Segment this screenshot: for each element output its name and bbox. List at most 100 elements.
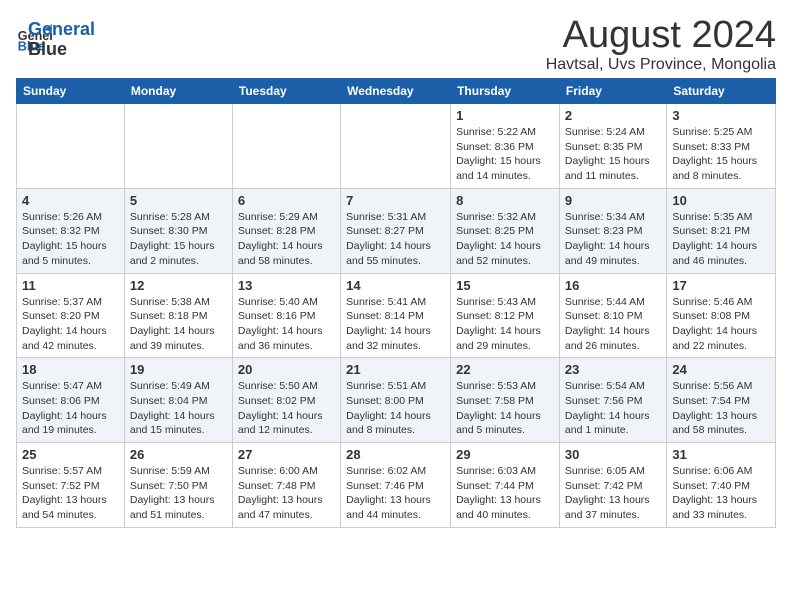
calendar-cell: 22 Sunrise: 5:53 AMSunset: 7:58 PMDayligh… [451,358,560,443]
calendar-cell [232,104,340,189]
calendar-week-row: 11 Sunrise: 5:37 AMSunset: 8:20 PMDayligh… [17,273,776,358]
day-info: Sunrise: 6:00 AMSunset: 7:48 PMDaylight:… [238,464,335,523]
day-number: 4 [22,193,119,208]
day-info: Sunrise: 5:35 AMSunset: 8:21 PMDaylight:… [672,210,770,269]
day-info: Sunrise: 5:46 AMSunset: 8:08 PMDaylight:… [672,295,770,354]
day-number: 9 [565,193,661,208]
day-info: Sunrise: 5:53 AMSunset: 7:58 PMDaylight:… [456,379,554,438]
day-number: 7 [346,193,445,208]
day-info: Sunrise: 5:43 AMSunset: 8:12 PMDaylight:… [456,295,554,354]
day-info: Sunrise: 5:34 AMSunset: 8:23 PMDaylight:… [565,210,661,269]
day-number: 2 [565,108,661,123]
day-number: 3 [672,108,770,123]
day-number: 30 [565,447,661,462]
col-header-tuesday: Tuesday [232,79,340,104]
calendar-cell: 31Sunrise: 6:06 AMSunset: 7:40 PMDayligh… [667,443,776,528]
calendar-cell: 2Sunrise: 5:24 AMSunset: 8:35 PMDaylight… [559,104,666,189]
day-number: 29 [456,447,554,462]
logo-text-blue: Blue [28,40,95,60]
calendar-cell: 24 Sunrise: 5:56 AMSunset: 7:54 PMDayligh… [667,358,776,443]
calendar-cell: 13 Sunrise: 5:40 AMSunset: 8:16 PMDayligh… [232,273,340,358]
day-number: 6 [238,193,335,208]
month-title: August 2024 [546,16,776,54]
calendar-week-row: 1 Sunrise: 5:22 AMSunset: 8:36 PMDaylight… [17,104,776,189]
calendar-cell: 1 Sunrise: 5:22 AMSunset: 8:36 PMDaylight… [451,104,560,189]
day-number: 8 [456,193,554,208]
calendar-cell: 8 Sunrise: 5:32 AMSunset: 8:25 PMDaylight… [451,188,560,273]
col-header-thursday: Thursday [451,79,560,104]
calendar-cell: 23 Sunrise: 5:54 AMSunset: 7:56 PMDayligh… [559,358,666,443]
calendar-cell: 17Sunrise: 5:46 AMSunset: 8:08 PMDayligh… [667,273,776,358]
day-number: 18 [22,362,119,377]
day-info: Sunrise: 6:02 AMSunset: 7:46 PMDaylight:… [346,464,445,523]
day-number: 1 [456,108,554,123]
col-header-monday: Monday [124,79,232,104]
day-number: 15 [456,278,554,293]
col-header-saturday: Saturday [667,79,776,104]
day-number: 19 [130,362,227,377]
calendar-cell: 30 Sunrise: 6:05 AMSunset: 7:42 PMDayligh… [559,443,666,528]
calendar-cell: 7 Sunrise: 5:31 AMSunset: 8:27 PMDaylight… [341,188,451,273]
day-info: Sunrise: 5:56 AMSunset: 7:54 PMDaylight:… [672,379,770,438]
calendar-cell: 3Sunrise: 5:25 AMSunset: 8:33 PMDaylight… [667,104,776,189]
day-info: Sunrise: 5:41 AMSunset: 8:14 PMDaylight:… [346,295,445,354]
day-info: Sunrise: 5:50 AMSunset: 8:02 PMDaylight:… [238,379,335,438]
day-info: Sunrise: 5:22 AMSunset: 8:36 PMDaylight:… [456,125,554,184]
day-number: 20 [238,362,335,377]
day-number: 5 [130,193,227,208]
day-info: Sunrise: 5:31 AMSunset: 8:27 PMDaylight:… [346,210,445,269]
calendar-cell: 15 Sunrise: 5:43 AMSunset: 8:12 PMDayligh… [451,273,560,358]
day-info: Sunrise: 5:57 AMSunset: 7:52 PMDaylight:… [22,464,119,523]
calendar-cell [124,104,232,189]
title-block: August 2024 Havtsal, Uvs Province, Mongo… [546,16,776,74]
day-info: Sunrise: 5:29 AMSunset: 8:28 PMDaylight:… [238,210,335,269]
col-header-wednesday: Wednesday [341,79,451,104]
calendar-cell: 26Sunrise: 5:59 AMSunset: 7:50 PMDayligh… [124,443,232,528]
day-number: 28 [346,447,445,462]
calendar-week-row: 18 Sunrise: 5:47 AMSunset: 8:06 PMDayligh… [17,358,776,443]
calendar-cell: 19 Sunrise: 5:49 AMSunset: 8:04 PMDayligh… [124,358,232,443]
day-info: Sunrise: 6:05 AMSunset: 7:42 PMDaylight:… [565,464,661,523]
calendar-header-row: SundayMondayTuesdayWednesdayThursdayFrid… [17,79,776,104]
calendar-week-row: 25Sunrise: 5:57 AMSunset: 7:52 PMDayligh… [17,443,776,528]
day-number: 13 [238,278,335,293]
day-number: 11 [22,278,119,293]
day-number: 24 [672,362,770,377]
calendar-cell: 9 Sunrise: 5:34 AMSunset: 8:23 PMDaylight… [559,188,666,273]
day-info: Sunrise: 5:26 AMSunset: 8:32 PMDaylight:… [22,210,119,269]
logo-text-general: General [28,20,95,40]
day-info: Sunrise: 5:37 AMSunset: 8:20 PMDaylight:… [22,295,119,354]
logo: General Blue General Blue [16,16,95,60]
day-number: 14 [346,278,445,293]
day-info: Sunrise: 5:38 AMSunset: 8:18 PMDaylight:… [130,295,227,354]
calendar-table: SundayMondayTuesdayWednesdayThursdayFrid… [16,78,776,528]
calendar-cell: 4 Sunrise: 5:26 AMSunset: 8:32 PMDaylight… [17,188,125,273]
day-number: 22 [456,362,554,377]
day-info: Sunrise: 5:28 AMSunset: 8:30 PMDaylight:… [130,210,227,269]
day-info: Sunrise: 6:06 AMSunset: 7:40 PMDaylight:… [672,464,770,523]
calendar-cell [17,104,125,189]
day-info: Sunrise: 5:32 AMSunset: 8:25 PMDaylight:… [456,210,554,269]
day-number: 26 [130,447,227,462]
location-subtitle: Havtsal, Uvs Province, Mongolia [546,56,776,74]
calendar-cell: 20 Sunrise: 5:50 AMSunset: 8:02 PMDayligh… [232,358,340,443]
calendar-cell: 25Sunrise: 5:57 AMSunset: 7:52 PMDayligh… [17,443,125,528]
calendar-cell: 10Sunrise: 5:35 AMSunset: 8:21 PMDayligh… [667,188,776,273]
day-number: 27 [238,447,335,462]
calendar-cell [341,104,451,189]
calendar-cell: 11 Sunrise: 5:37 AMSunset: 8:20 PMDayligh… [17,273,125,358]
day-info: Sunrise: 5:54 AMSunset: 7:56 PMDaylight:… [565,379,661,438]
col-header-sunday: Sunday [17,79,125,104]
calendar-cell: 27 Sunrise: 6:00 AMSunset: 7:48 PMDayligh… [232,443,340,528]
day-number: 23 [565,362,661,377]
day-info: Sunrise: 6:03 AMSunset: 7:44 PMDaylight:… [456,464,554,523]
day-info: Sunrise: 5:40 AMSunset: 8:16 PMDaylight:… [238,295,335,354]
col-header-friday: Friday [559,79,666,104]
page-header: General Blue General Blue August 2024 Ha… [16,16,776,74]
calendar-cell: 16Sunrise: 5:44 AMSunset: 8:10 PMDayligh… [559,273,666,358]
day-number: 16 [565,278,661,293]
day-info: Sunrise: 5:47 AMSunset: 8:06 PMDaylight:… [22,379,119,438]
day-info: Sunrise: 5:49 AMSunset: 8:04 PMDaylight:… [130,379,227,438]
calendar-cell: 21Sunrise: 5:51 AMSunset: 8:00 PMDayligh… [341,358,451,443]
calendar-cell: 5 Sunrise: 5:28 AMSunset: 8:30 PMDaylight… [124,188,232,273]
